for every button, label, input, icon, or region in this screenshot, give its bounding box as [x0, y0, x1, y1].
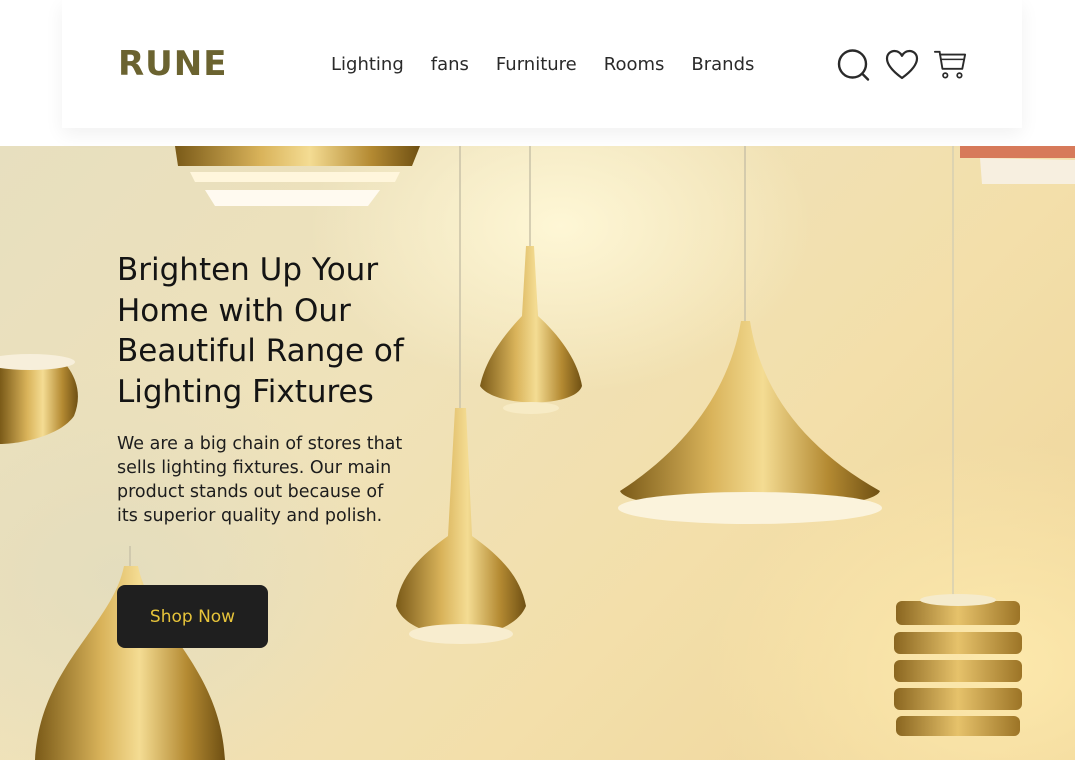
heart-icon[interactable] — [885, 47, 919, 83]
hero-banner: Brighten Up Your Home with Our Beautiful… — [0, 146, 1075, 760]
main-nav: Lighting fans Furniture Rooms Brands — [331, 54, 754, 75]
hero-headline: Brighten Up Your Home with Our Beautiful… — [117, 252, 404, 410]
header-icons — [837, 47, 967, 83]
search-icon[interactable] — [837, 47, 871, 83]
cart-icon[interactable] — [933, 47, 967, 83]
nav-item-fans[interactable]: fans — [431, 54, 469, 75]
nav-item-rooms[interactable]: Rooms — [604, 54, 665, 75]
hero-description: We are a big chain of stores that sells … — [117, 434, 403, 526]
brand-logo[interactable]: RUNE — [118, 44, 227, 84]
nav-item-furniture[interactable]: Furniture — [496, 54, 577, 75]
nav-item-lighting[interactable]: Lighting — [331, 54, 404, 75]
hero-text-block: Brighten Up Your Home with Our Beautiful… — [117, 250, 437, 528]
nav-item-brands[interactable]: Brands — [691, 54, 754, 75]
shop-now-button[interactable]: Shop Now — [117, 585, 268, 648]
site-header: RUNE Lighting fans Furniture Rooms Brand… — [0, 0, 1075, 146]
